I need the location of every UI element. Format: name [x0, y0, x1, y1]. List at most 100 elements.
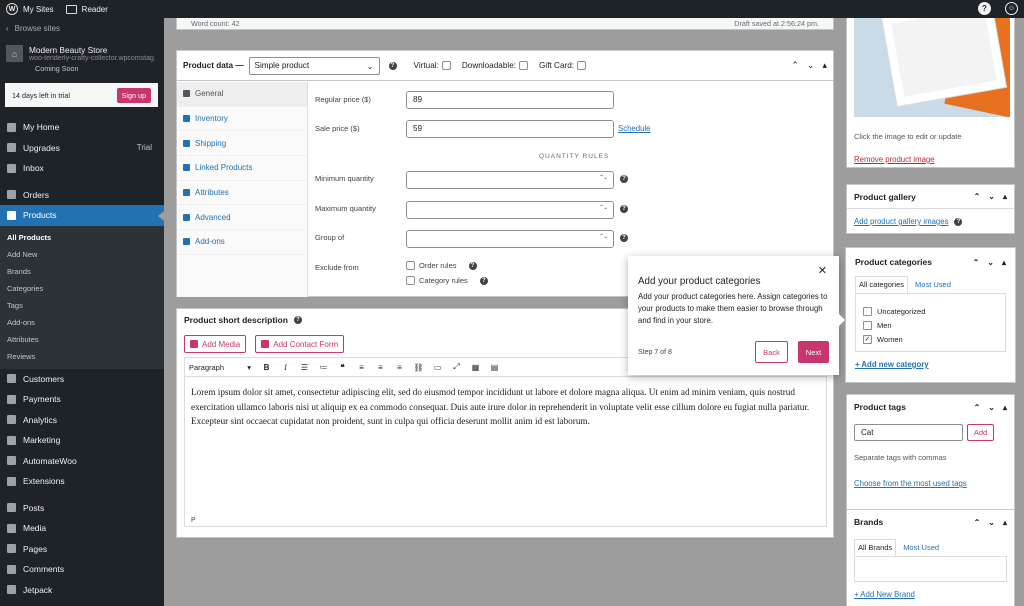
close-icon[interactable]: ✕	[818, 264, 827, 277]
help-icon[interactable]: ?	[954, 217, 963, 226]
bullet-list-icon[interactable]: ☰	[299, 363, 310, 372]
menu-pages[interactable]: Pages	[0, 539, 164, 560]
menu-customers[interactable]: Customers	[0, 369, 164, 390]
tag-input[interactable]: Cat	[854, 424, 963, 441]
rich-text-editor[interactable]: Paragraph ▾ B I ☰ ≔ ❝ ≡ ≡ ≡ ⛓ ▭ ⤢ ▦ ▤ Lor…	[184, 357, 827, 527]
schedule-link[interactable]: Schedule	[618, 124, 651, 133]
help-icon[interactable]: ?	[620, 234, 628, 242]
sale-price-input[interactable]: 59	[406, 120, 614, 138]
downloadable-checkbox[interactable]	[519, 61, 529, 70]
submenu-attributes[interactable]: Attributes	[0, 331, 164, 348]
menu-jetpack[interactable]: Jetpack	[0, 580, 164, 601]
my-sites-button[interactable]: W My Sites	[6, 0, 54, 18]
italic-icon[interactable]: I	[280, 363, 291, 372]
submenu-brands[interactable]: Brands	[0, 263, 164, 280]
collapse-icon[interactable]: ▴	[1002, 258, 1006, 267]
move-down-icon[interactable]: ⌄	[988, 192, 995, 201]
help-icon[interactable]: ?	[620, 205, 628, 213]
help-icon[interactable]: ?	[620, 175, 628, 183]
help-icon[interactable]: ?	[293, 316, 302, 324]
fullscreen-icon[interactable]: ⤢	[451, 362, 462, 372]
menu-analytics[interactable]: Analytics	[0, 410, 164, 431]
order-rules-option[interactable]: Order rules?	[406, 261, 477, 270]
menu-inbox[interactable]: Inbox	[0, 158, 164, 179]
site-card[interactable]: ⌂ Modern Beauty Store woo-tenderly-craft…	[0, 39, 164, 66]
menu-media[interactable]: Media	[0, 518, 164, 539]
editor-content[interactable]: Lorem ipsum dolor sit amet, consectetur …	[185, 377, 826, 437]
move-down-icon[interactable]: ⌄	[988, 403, 995, 412]
help-icon[interactable]: ?	[479, 276, 488, 285]
align-right-icon[interactable]: ≡	[394, 363, 405, 372]
help-icon[interactable]: ?	[388, 61, 397, 70]
tab-advanced[interactable]: Advanced	[177, 205, 307, 231]
move-down-icon[interactable]: ⌄	[987, 258, 994, 267]
add-tag-button[interactable]: Add	[967, 424, 994, 441]
bold-icon[interactable]: B	[261, 363, 272, 372]
submenu-tags[interactable]: Tags	[0, 297, 164, 314]
collapse-icon[interactable]: ▴	[1003, 403, 1007, 412]
choose-most-used-tags-link[interactable]: Choose from the most used tags	[854, 479, 967, 488]
move-up-icon[interactable]: ⌃	[974, 192, 981, 201]
product-image[interactable]	[854, 17, 1010, 117]
tab-all-categories[interactable]: All categories	[855, 276, 909, 293]
move-down-icon[interactable]: ⌄	[807, 60, 815, 71]
gift-card-checkbox[interactable]	[577, 61, 587, 70]
menu-marketing[interactable]: Marketing	[0, 430, 164, 451]
quote-icon[interactable]: ❝	[337, 363, 348, 372]
tab-most-used[interactable]: Most Used	[911, 276, 955, 293]
category-rules-option[interactable]: Category rules?	[406, 276, 488, 285]
menu-products[interactable]: Products	[0, 205, 164, 226]
tab-general[interactable]: General	[177, 82, 307, 107]
add-new-category-link[interactable]: + Add new category	[848, 352, 1013, 377]
submenu-categories[interactable]: Categories	[0, 280, 164, 297]
numbered-list-icon[interactable]: ≔	[318, 363, 329, 372]
category-checkbox[interactable]: ✓	[863, 334, 872, 344]
menu-orders[interactable]: Orders	[0, 185, 164, 206]
collapse-icon[interactable]: ▴	[1003, 192, 1007, 201]
next-button[interactable]: Next	[798, 341, 829, 363]
add-new-brand-link[interactable]: + Add New Brand	[847, 582, 1014, 606]
tab-shipping[interactable]: Shipping	[177, 131, 307, 157]
submenu-add-new[interactable]: Add New	[0, 246, 164, 263]
keyboard-icon[interactable]: ▤	[489, 363, 500, 372]
category-item[interactable]: ✓ Women	[863, 332, 998, 346]
move-down-icon[interactable]: ⌄	[988, 518, 995, 527]
product-type-select[interactable]: Simple product ⌄	[248, 56, 380, 75]
remove-image-link[interactable]: Remove product image	[854, 155, 935, 164]
paragraph-select[interactable]: Paragraph ▾	[189, 361, 253, 374]
move-up-icon[interactable]: ⌃	[974, 518, 981, 527]
category-checkbox[interactable]	[863, 306, 872, 316]
submenu-add-ons[interactable]: Add-ons	[0, 314, 164, 331]
order-rules-checkbox[interactable]	[406, 261, 415, 270]
virtual-checkbox[interactable]	[441, 61, 451, 70]
help-icon[interactable]: ?	[468, 261, 477, 270]
toolbar-toggle-icon[interactable]: ▦	[470, 363, 481, 372]
downloadable-option[interactable]: Downloadable:	[462, 61, 529, 70]
tab-all-brands[interactable]: All Brands	[854, 539, 897, 556]
user-avatar-icon[interactable]: ☺	[1005, 2, 1018, 15]
menu-extensions[interactable]: Extensions	[0, 471, 164, 492]
add-contact-form-button[interactable]: Add Contact Form	[255, 335, 345, 353]
category-item[interactable]: Uncategorized	[863, 304, 998, 318]
collapse-icon[interactable]: ▴	[822, 60, 827, 71]
add-gallery-images-link[interactable]: Add product gallery images	[854, 217, 948, 226]
move-up-icon[interactable]: ⌃	[974, 403, 981, 412]
regular-price-input[interactable]: 89	[406, 91, 614, 109]
category-item[interactable]: Men	[863, 318, 998, 332]
tab-add-ons[interactable]: Add-ons	[177, 230, 307, 255]
back-button[interactable]: Back	[755, 341, 788, 363]
collapse-icon[interactable]: ▴	[1003, 518, 1007, 527]
menu-automatewoo[interactable]: AutomateWoo	[0, 451, 164, 472]
signup-button[interactable]: Sign up	[116, 87, 151, 103]
menu-upgrades[interactable]: Upgrades Trial	[0, 138, 164, 159]
virtual-option[interactable]: Virtual:	[414, 61, 451, 70]
more-icon[interactable]: ▭	[432, 363, 443, 372]
category-rules-checkbox[interactable]	[406, 276, 415, 285]
align-center-icon[interactable]: ≡	[375, 363, 386, 372]
align-left-icon[interactable]: ≡	[356, 363, 367, 372]
submenu-all-products[interactable]: All Products	[0, 230, 164, 247]
category-checkbox[interactable]	[863, 320, 872, 330]
add-media-button[interactable]: Add Media	[184, 335, 247, 353]
tab-linked-products[interactable]: Linked Products	[177, 156, 307, 181]
min-quantity-stepper[interactable]	[406, 171, 614, 189]
